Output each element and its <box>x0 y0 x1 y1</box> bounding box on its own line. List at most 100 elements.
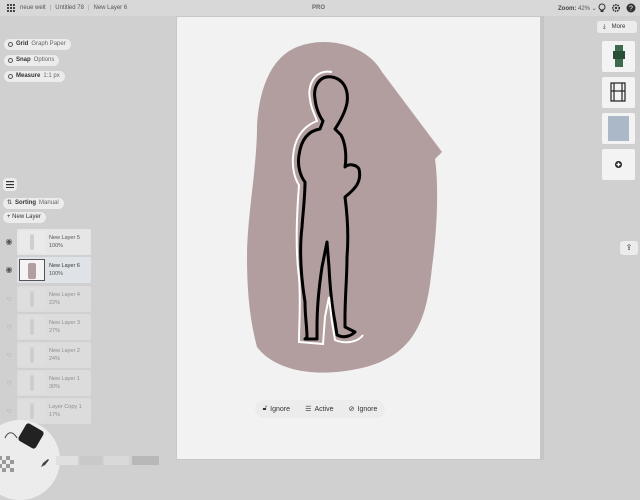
sort-icon: ⇅ <box>7 200 13 206</box>
measure-label: Measure <box>16 73 41 79</box>
add-reference-button[interactable] <box>602 149 635 180</box>
layer-card[interactable]: New Layer 4 22% <box>17 286 91 312</box>
export-icon: ⤓ <box>603 23 606 30</box>
layer-name: New Layer 2 <box>49 348 80 354</box>
sorting-value[interactable]: Manual <box>39 198 59 209</box>
color-strip-segment[interactable] <box>80 456 102 465</box>
more-label: More <box>611 24 626 30</box>
active-toggle[interactable]: ☰ Active <box>305 405 334 414</box>
checker-tool-icon[interactable] <box>0 456 14 472</box>
curve-tool-icon[interactable] <box>4 430 18 440</box>
breadcrumb-separator: | <box>49 5 52 11</box>
breadcrumb-separator: | <box>87 5 90 11</box>
reference-thumbnail-3[interactable] <box>602 113 635 144</box>
svg-text:?: ? <box>629 6 633 13</box>
breadcrumb-item[interactable]: Untitled 78 <box>55 5 84 11</box>
layer-row[interactable]: ○ New Layer 4 22% <box>3 286 93 312</box>
zoom-label: Zoom: <box>558 6 577 12</box>
zoom-value: 42% ⌄ <box>578 6 597 12</box>
measure-toggle[interactable]: Measure 1:1 px <box>4 71 65 82</box>
visibility-eye-icon[interactable]: ○ <box>3 295 15 303</box>
breadcrumb-item[interactable]: neue welt <box>20 5 46 11</box>
drawing-canvas[interactable] <box>176 16 541 460</box>
layer-opacity: 22% <box>49 300 61 306</box>
layer-name: Layer Copy 1 <box>49 404 82 410</box>
ignore-right-label: Ignore <box>357 405 378 413</box>
artwork <box>247 41 442 373</box>
layer-opacity: 27% <box>49 328 61 334</box>
ignore-right-toggle[interactable]: ⊘ Ignore <box>348 405 378 414</box>
sorting-control[interactable]: ⇅ Sorting Manual <box>3 198 64 209</box>
tool-wheel[interactable] <box>0 420 60 500</box>
pen-tool-icon[interactable] <box>40 458 50 468</box>
green-figure-thumbnail <box>613 45 625 67</box>
measure-option[interactable]: 1:1 px <box>43 71 59 82</box>
layer-name: New Layer 5 <box>49 235 80 241</box>
more-button[interactable]: ⤓ More <box>597 21 637 33</box>
breadcrumb-item[interactable]: New Layer 6 <box>94 5 128 11</box>
layer-row[interactable]: ◉ New Layer 5 100% <box>3 229 93 255</box>
align-icon: ☰ <box>305 406 312 413</box>
layer-opacity: 100% <box>49 243 64 249</box>
grid-toggle[interactable]: Grid Graph Paper <box>4 39 71 50</box>
pro-badge: PRO <box>312 5 326 11</box>
crossed-brush-icon: ⊘ <box>348 406 355 413</box>
new-layer-button[interactable]: + New Layer <box>3 212 46 223</box>
visibility-eye-icon[interactable]: ○ <box>3 379 15 387</box>
lightbulb-icon[interactable] <box>597 3 607 13</box>
color-strip-segment[interactable] <box>132 456 159 465</box>
layer-card[interactable]: New Layer 6 100% <box>17 257 91 283</box>
layer-opacity: 24% <box>49 356 61 362</box>
active-label: Active <box>314 405 334 413</box>
layer-row[interactable]: ○ New Layer 1 30% <box>3 370 93 396</box>
gear-icon[interactable] <box>611 3 621 13</box>
snap-option[interactable]: Options <box>34 55 55 66</box>
layer-thumbnail <box>19 231 45 253</box>
layer-row-selected[interactable]: ◉ New Layer 6 100% <box>3 257 93 283</box>
layers-menu-button[interactable] <box>3 178 17 191</box>
ignore-left-label: Ignore <box>270 405 290 413</box>
share-button[interactable]: ⇪ <box>620 241 638 255</box>
color-strip-segment[interactable] <box>104 456 129 465</box>
color-strip-segment[interactable] <box>56 456 78 465</box>
layer-name: New Layer 1 <box>49 376 80 382</box>
active-tool-marker <box>17 422 45 450</box>
layer-row[interactable]: ○ New Layer 3 27% <box>3 314 93 340</box>
menu-icon <box>6 181 14 188</box>
visibility-eye-icon[interactable]: ○ <box>3 407 15 415</box>
layer-card[interactable]: New Layer 1 30% <box>17 370 91 396</box>
layer-row[interactable]: ○ New Layer 2 24% <box>3 342 93 368</box>
layer-card[interactable]: New Layer 5 100% <box>17 229 91 255</box>
grid-option[interactable]: Graph Paper <box>31 39 65 50</box>
layer-card[interactable]: New Layer 2 24% <box>17 342 91 368</box>
gallery-grid-icon[interactable] <box>7 4 15 12</box>
layer-card[interactable]: New Layer 3 27% <box>17 314 91 340</box>
reference-thumbnail-1[interactable] <box>602 41 635 72</box>
reference-thumbnail-2[interactable] <box>602 77 635 108</box>
share-icon: ⇪ <box>625 243 633 252</box>
layer-thumbnail <box>19 288 45 310</box>
layer-thumbnail <box>19 400 45 422</box>
ignore-left-toggle[interactable]: 🔓︎ Ignore <box>263 405 290 413</box>
layer-opacity: 30% <box>49 384 61 390</box>
grid-label: Grid <box>16 41 29 47</box>
help-icon[interactable]: ? <box>626 3 636 13</box>
visibility-eye-icon[interactable]: ○ <box>3 323 15 331</box>
snap-toggle[interactable]: Snap Options <box>4 55 60 66</box>
visibility-eye-icon[interactable]: ○ <box>3 351 15 359</box>
visibility-eye-icon[interactable]: ◉ <box>3 238 15 246</box>
layer-thumbnail <box>19 372 45 394</box>
blue-swatch <box>608 116 629 141</box>
add-icon <box>615 161 622 168</box>
layer-name: New Layer 6 <box>49 263 80 269</box>
sorting-label: Sorting <box>15 200 37 206</box>
layer-name: New Layer 3 <box>49 320 80 326</box>
chair-sketch-thumbnail <box>610 82 626 102</box>
layer-opacity: 17% <box>49 412 61 418</box>
layer-thumbnail <box>19 344 45 366</box>
zoom-control[interactable]: Zoom: 42% ⌄ <box>558 5 597 12</box>
unlock-icon: 🔓︎ <box>262 405 268 412</box>
breadcrumb: neue welt | Untitled 78 | New Layer 6 <box>20 5 127 11</box>
visibility-eye-icon[interactable]: ◉ <box>3 266 15 274</box>
layer-opacity: 100% <box>49 271 64 277</box>
